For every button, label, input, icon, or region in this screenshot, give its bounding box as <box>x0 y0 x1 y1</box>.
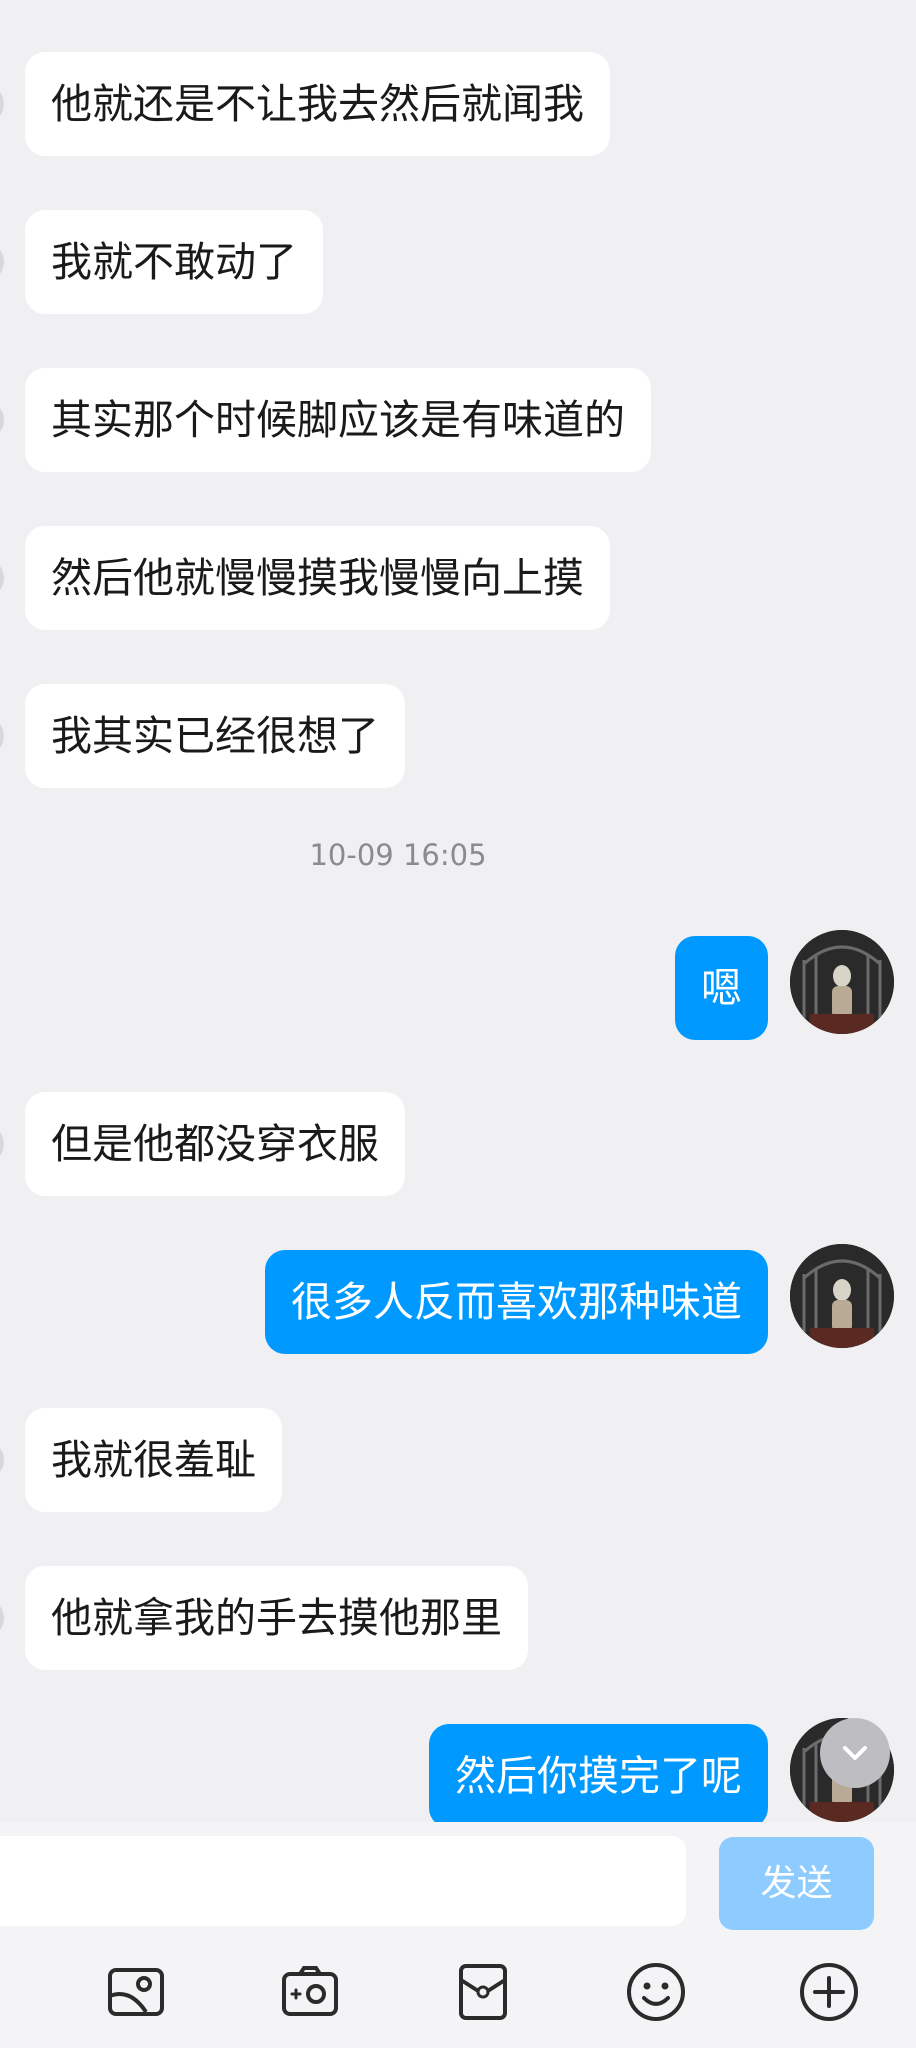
my-avatar[interactable] <box>790 930 894 1034</box>
chat-toolbar <box>0 1932 916 2048</box>
avatar-image-icon <box>790 1244 894 1348</box>
message-bubble-outgoing[interactable]: 嗯 <box>675 936 768 1040</box>
message-bubble-incoming[interactable]: 他就拿我的手去摸他那里 <box>25 1566 528 1670</box>
camera-icon <box>282 1966 338 2016</box>
message-timestamp: 10-09 16:05 <box>309 838 487 872</box>
avatar-image-icon <box>790 930 894 1034</box>
chevron-down-icon <box>843 1746 867 1760</box>
image-button[interactable] <box>100 1956 172 2028</box>
more-button[interactable] <box>793 1956 865 2028</box>
sender-avatar[interactable] <box>0 242 4 282</box>
sender-avatar[interactable] <box>0 1124 4 1164</box>
sender-avatar[interactable] <box>0 1440 4 1480</box>
message-bubble-incoming[interactable]: 我就很羞耻 <box>25 1408 282 1512</box>
sender-avatar[interactable] <box>0 400 4 440</box>
scroll-to-bottom-button[interactable] <box>820 1718 890 1788</box>
message-bubble-incoming[interactable]: 他就还是不让我去然后就闻我 <box>25 52 610 156</box>
message-bubble-incoming[interactable]: 其实那个时候脚应该是有味道的 <box>25 368 651 472</box>
red-packet-button[interactable] <box>447 1956 519 2028</box>
message-bubble-incoming[interactable]: 我就不敢动了 <box>25 210 323 314</box>
sender-avatar[interactable] <box>0 558 4 598</box>
chat-area[interactable]: 他就还是不让我去然后就闻我 我就不敢动了 其实那个时候脚应该是有味道的 然后他就… <box>0 0 916 1822</box>
image-icon <box>108 1968 164 2016</box>
sender-avatar[interactable] <box>0 1598 4 1638</box>
message-bubble-incoming[interactable]: 然后他就慢慢摸我慢慢向上摸 <box>25 526 610 630</box>
send-button[interactable]: 发送 <box>719 1837 874 1930</box>
red-packet-icon <box>459 1964 507 2020</box>
emoji-button[interactable] <box>620 1956 692 2028</box>
sender-avatar[interactable] <box>0 716 4 756</box>
emoji-icon <box>627 1963 685 2021</box>
message-bubble-outgoing[interactable]: 然后你摸完了呢 <box>429 1724 768 1822</box>
message-bubble-outgoing[interactable]: 很多人反而喜欢那种味道 <box>265 1250 768 1354</box>
message-bubble-incoming[interactable]: 但是他都没穿衣服 <box>25 1092 405 1196</box>
camera-button[interactable] <box>274 1956 346 2028</box>
plus-icon <box>800 1963 858 2021</box>
my-avatar[interactable] <box>790 1244 894 1348</box>
message-bubble-incoming[interactable]: 我其实已经很想了 <box>25 684 405 788</box>
sender-avatar[interactable] <box>0 84 4 124</box>
input-bar: 发送 <box>0 1822 916 1932</box>
message-input[interactable] <box>0 1836 686 1926</box>
